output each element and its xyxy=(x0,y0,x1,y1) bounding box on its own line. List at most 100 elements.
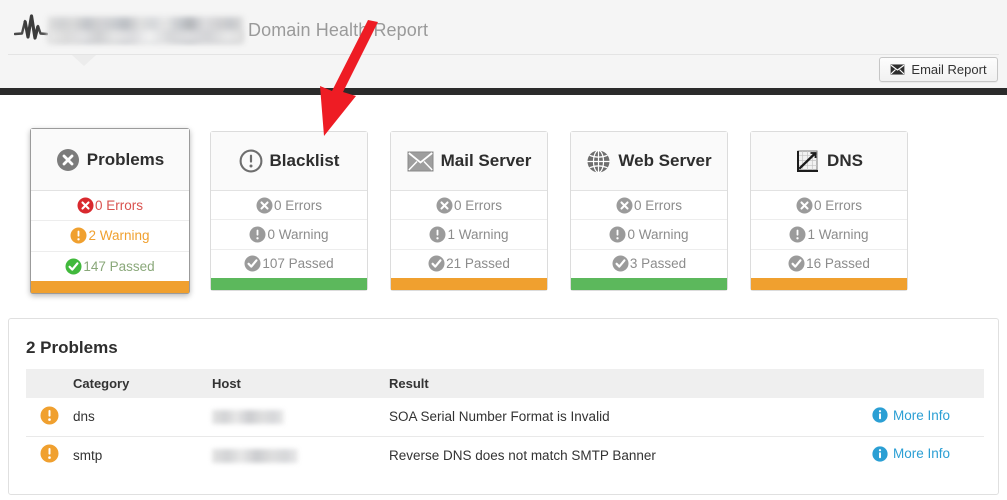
more-info-label: More Info xyxy=(893,446,951,462)
stat-warning-label: 1 Warning xyxy=(447,226,509,242)
row-severity xyxy=(26,436,73,474)
col-severity xyxy=(26,369,73,398)
problems-table: Category Host Result dns SOA Serial Numb… xyxy=(26,369,984,474)
stat-errors: 0 Errors xyxy=(571,191,727,221)
table-row: dns SOA Serial Number Format is Invalid xyxy=(26,398,984,437)
row-actions: More Info xyxy=(872,436,984,474)
header-caret-icon xyxy=(72,55,96,66)
stat-errors: 0 Errors xyxy=(211,191,367,221)
stat-warning: 0 Warning xyxy=(571,220,727,250)
problems-panel: 2 Problems Category Host Result dns SOA … xyxy=(8,318,999,495)
card-mail-server-title: Mail Server xyxy=(440,151,532,170)
problems-table-body: dns SOA Serial Number Format is Invalid xyxy=(26,398,984,474)
stat-passed-label: 147 Passed xyxy=(83,258,155,274)
card-problems[interactable]: Problems 0 Errors 2 Warning 147 Passed xyxy=(30,128,190,294)
email-report-label: Email Report xyxy=(911,62,987,77)
stat-errors-label: 0 Errors xyxy=(813,197,862,213)
warning-icon xyxy=(70,227,87,244)
card-problems-status-bar xyxy=(31,281,189,293)
check-icon xyxy=(788,255,805,272)
info-icon xyxy=(872,446,888,462)
row-severity xyxy=(26,398,73,437)
circle-exclamation-icon xyxy=(239,149,262,173)
page-header: Domain Health Report Email Report xyxy=(0,0,1007,88)
card-problems-header: Problems xyxy=(31,129,189,191)
col-category: Category xyxy=(73,369,212,398)
circle-x-icon xyxy=(56,148,79,171)
stat-errors-label: 0 Errors xyxy=(453,197,502,213)
row-result: SOA Serial Number Format is Invalid xyxy=(389,398,872,437)
problems-table-head: Category Host Result xyxy=(26,369,984,398)
card-mail-server-stats: 0 Errors 1 Warning 21 Passed xyxy=(391,191,547,278)
warning-icon xyxy=(249,226,266,243)
info-icon xyxy=(872,407,888,423)
warning-icon xyxy=(40,406,59,425)
stat-warning-label: 1 Warning xyxy=(807,226,869,242)
row-category: smtp xyxy=(73,447,103,463)
card-dns-status-bar xyxy=(751,278,907,290)
card-blacklist-status-bar xyxy=(211,278,367,290)
stat-passed-label: 21 Passed xyxy=(446,256,510,272)
warning-icon xyxy=(609,226,626,243)
warning-icon xyxy=(429,226,446,243)
stat-passed: 3 Passed xyxy=(571,250,727,278)
col-actions xyxy=(872,369,984,398)
stat-errors: 0 Errors xyxy=(391,191,547,221)
stat-passed-label: 107 Passed xyxy=(262,256,334,272)
health-summary-cards: Problems 0 Errors 2 Warning 147 Passed B… xyxy=(30,128,990,294)
card-web-server-title: Web Server xyxy=(618,151,712,170)
row-actions: More Info xyxy=(872,398,984,437)
page-title: Domain Health Report xyxy=(248,20,429,40)
stat-passed-label: 16 Passed xyxy=(806,256,870,272)
card-mail-server-status-bar xyxy=(391,278,547,290)
table-row: smtp Reverse DNS does not match SMTP Ban… xyxy=(26,436,984,474)
card-mail-server[interactable]: Mail Server 0 Errors 1 Warning 21 Passed xyxy=(390,131,548,291)
card-web-server-status-bar xyxy=(571,278,727,290)
more-info-link[interactable]: More Info xyxy=(872,446,950,462)
stat-passed: 21 Passed xyxy=(391,250,547,278)
stat-passed: 16 Passed xyxy=(751,250,907,278)
row-host xyxy=(212,398,389,437)
stat-warning: 1 Warning xyxy=(751,220,907,250)
problems-panel-title: 2 Problems xyxy=(26,338,118,357)
error-icon xyxy=(796,197,813,214)
host-redacted xyxy=(212,448,298,463)
stat-warning: 1 Warning xyxy=(391,220,547,250)
stat-errors-label: 0 Errors xyxy=(273,197,322,213)
pulse-logo-icon xyxy=(14,14,48,40)
email-report-button[interactable]: Email Report xyxy=(879,57,998,82)
error-icon xyxy=(77,197,94,214)
row-category: dns xyxy=(73,398,212,437)
warning-icon xyxy=(40,444,59,463)
check-icon xyxy=(65,258,82,275)
card-blacklist-title: Blacklist xyxy=(269,151,340,170)
row-host xyxy=(212,436,389,474)
section-separator-bar xyxy=(0,88,1007,95)
card-mail-server-header: Mail Server xyxy=(391,132,547,191)
stat-errors: 0 Errors xyxy=(751,191,907,221)
stat-warning-label: 2 Warning xyxy=(88,228,150,244)
card-dns-title: DNS xyxy=(827,151,863,170)
stat-errors: 0 Errors xyxy=(31,191,189,222)
domain-health-report-page: Domain Health Report Email Report Proble… xyxy=(0,0,1007,500)
error-icon xyxy=(436,197,453,214)
card-blacklist[interactable]: Blacklist 0 Errors 0 Warning 107 Passed xyxy=(210,131,368,291)
chart-graph-icon xyxy=(797,150,819,172)
card-dns[interactable]: DNS 0 Errors 1 Warning 16 Passed xyxy=(750,131,908,291)
col-result: Result xyxy=(389,369,872,398)
card-problems-stats: 0 Errors 2 Warning 147 Passed xyxy=(31,191,189,281)
error-icon xyxy=(256,197,273,214)
card-web-server[interactable]: Web Server 0 Errors 0 Warning 3 Passed xyxy=(570,131,728,291)
more-info-link[interactable]: More Info xyxy=(872,407,950,423)
card-dns-header: DNS xyxy=(751,132,907,191)
globe-icon xyxy=(587,149,610,173)
col-host: Host xyxy=(212,369,389,398)
card-web-server-header: Web Server xyxy=(571,132,727,191)
card-web-server-stats: 0 Errors 0 Warning 3 Passed xyxy=(571,191,727,278)
header-divider xyxy=(8,54,999,55)
check-icon xyxy=(612,255,629,272)
check-icon xyxy=(244,255,261,272)
stat-passed-label: 3 Passed xyxy=(629,256,687,272)
card-blacklist-header: Blacklist xyxy=(211,132,367,191)
stat-warning-label: 0 Warning xyxy=(267,226,329,242)
